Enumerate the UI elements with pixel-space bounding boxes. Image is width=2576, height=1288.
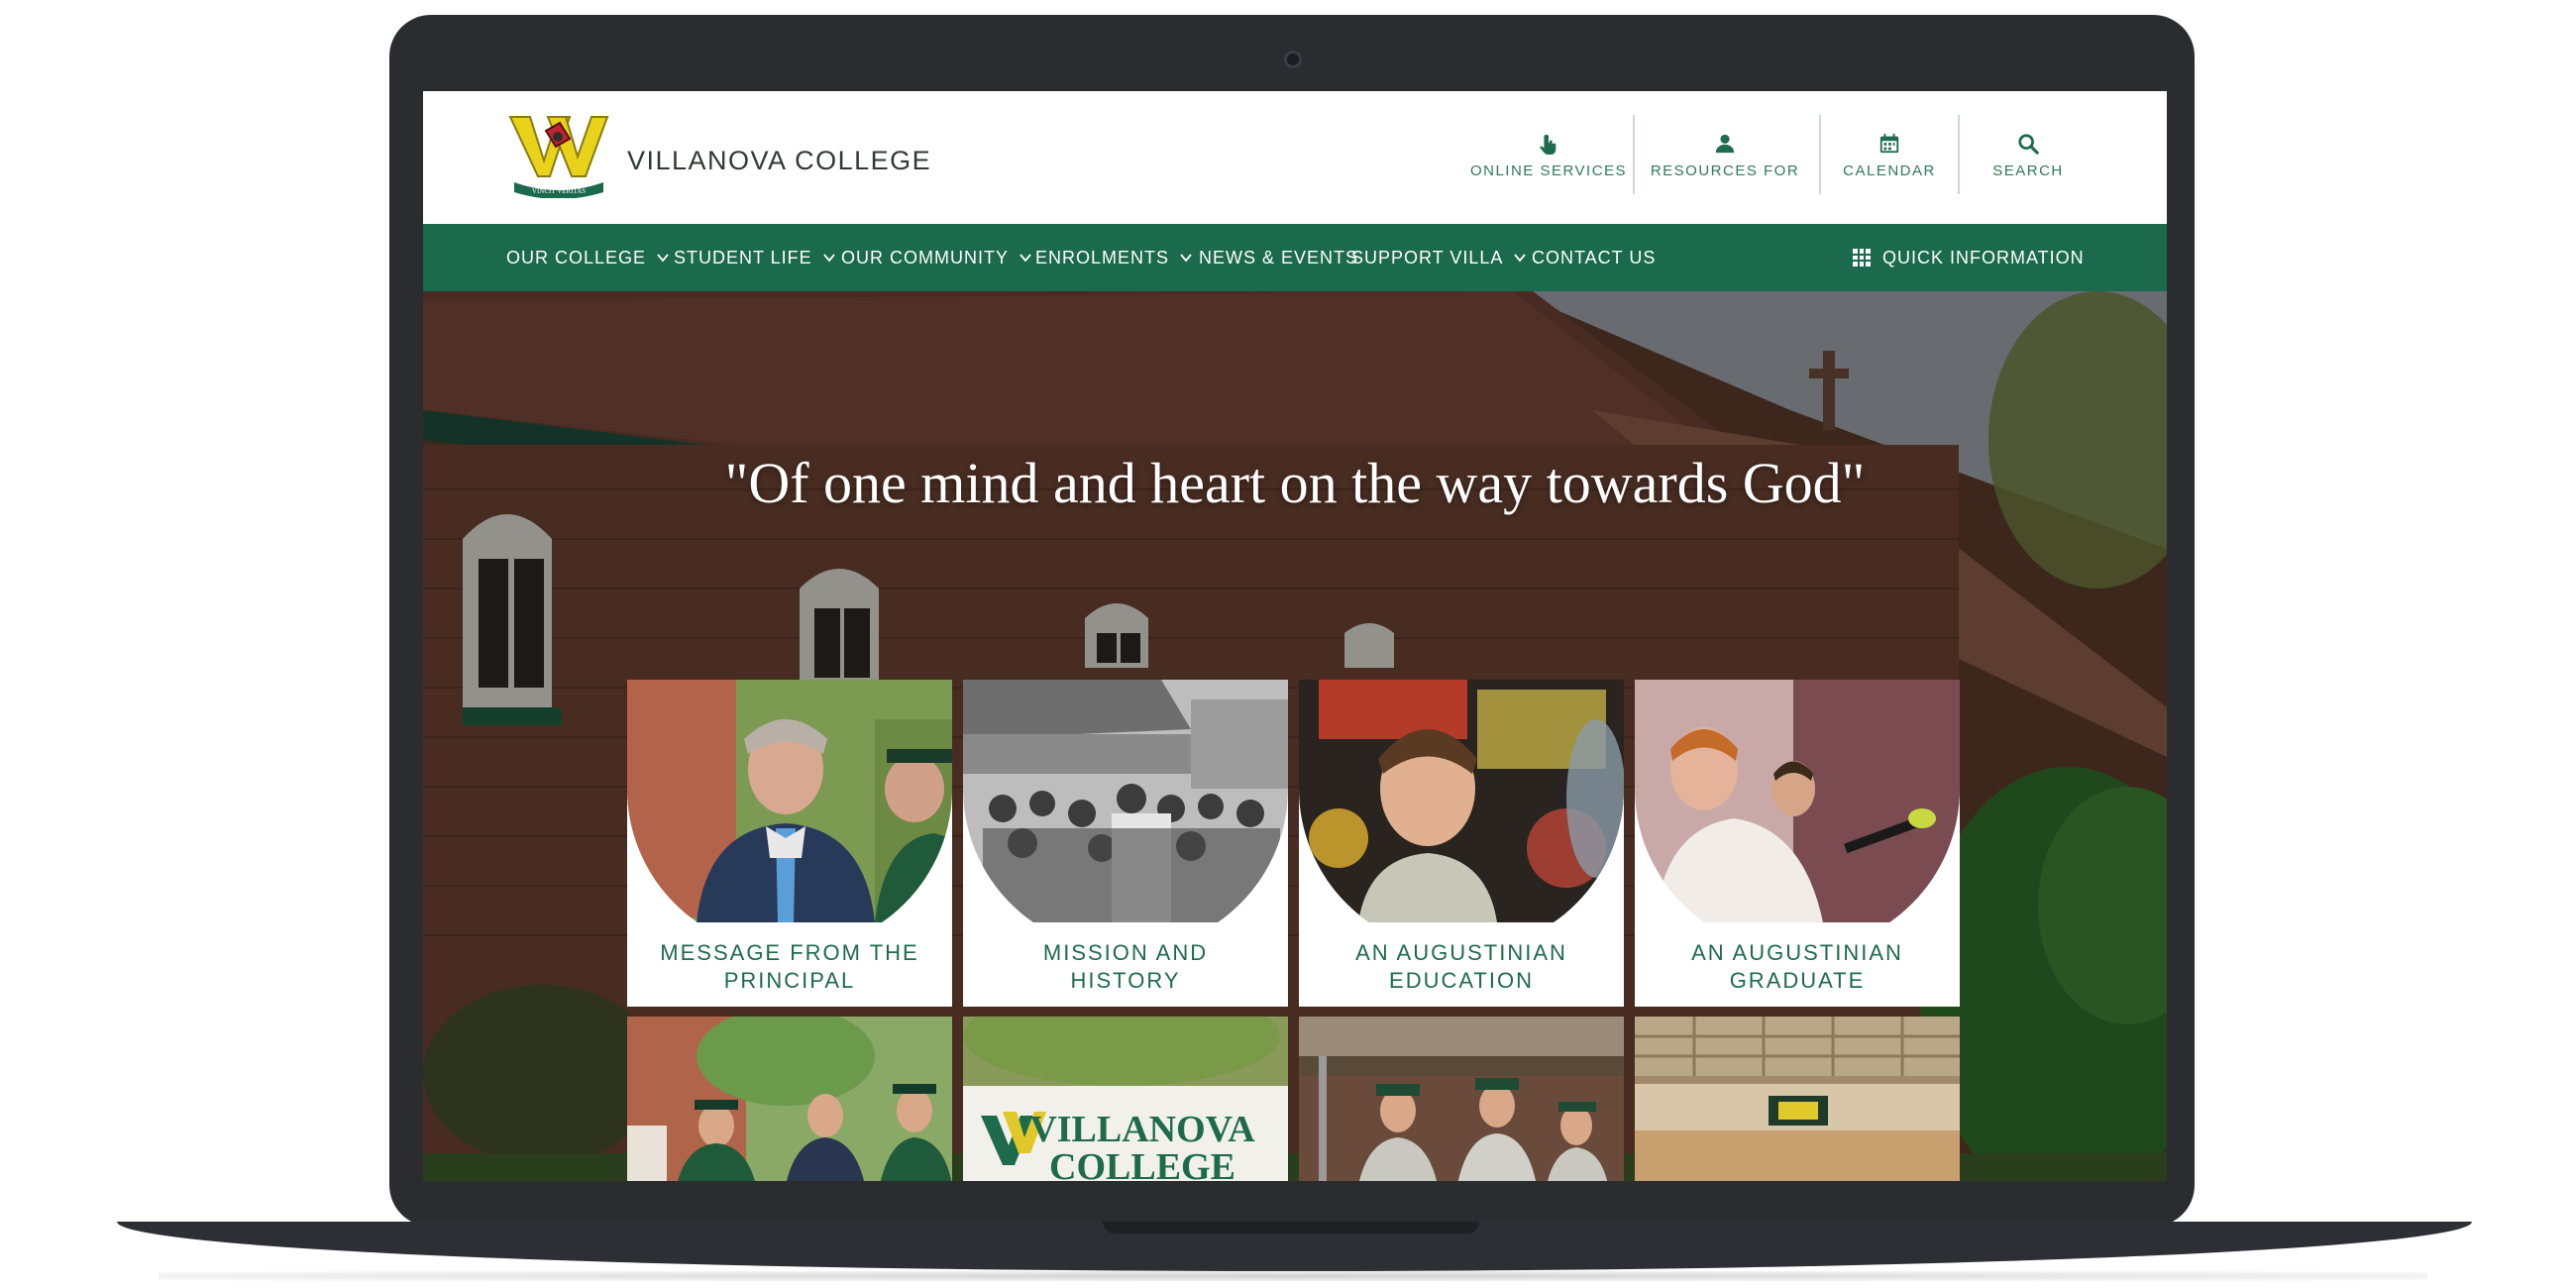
nav-news-events[interactable]: NEWS & EVENTS [1199,224,1358,291]
quick-information-button[interactable]: QUICK INFORMATION [1853,224,2085,291]
resources-for-label: RESOURCES FOR [1650,161,1800,179]
calendar-label: CALENDAR [1843,161,1936,179]
card-title: AN AUGUSTINIAN EDUCATION [1355,940,1567,993]
card-gymnasium[interactable] [1635,1017,1960,1181]
nav-label: CONTACT US [1532,247,1657,268]
laptop-notch [1103,1222,1479,1234]
card-students-group[interactable] [1299,1017,1624,1181]
online-services-link[interactable]: ONLINE SERVICES [1469,111,1628,200]
historic-crowd-image [963,680,1288,922]
card-title: MESSAGE FROM THE PRINCIPAL [660,940,919,993]
graduate-musicians-image [1635,680,1960,922]
college-logo[interactable]: VINCIT VERITAS [508,113,609,199]
principal-photo [627,680,952,922]
history-photo [963,680,1288,922]
nav-label: NEWS & EVENTS [1199,247,1359,268]
graduate-photo [1635,680,1960,922]
sign-line-1: VILLANOVA [1029,1109,1255,1150]
site-header: VINCIT VERITAS VILLANOVA COLLEGE ONLINE … [423,91,2167,224]
motto-text: VINCIT VERITAS [532,187,586,195]
gymnasium-image [1635,1017,1960,1181]
student-photo [1299,680,1624,922]
calendar-link[interactable]: CALENDAR [1828,111,1951,200]
chevron-down-icon [1514,254,1527,263]
nav-enrolments[interactable]: ENROLMENTS [1035,224,1193,291]
laptop-shadow [159,1271,2427,1281]
nav-support-villa[interactable]: SUPPORT VILLA [1351,224,1527,291]
hand-pointer-icon [1540,134,1556,155]
smiling-student-image [1299,680,1624,922]
search-label: SEARCH [1992,161,2064,179]
main-navigation: OUR COLLEGE STUDENT LIFE OUR COMMUNITY E… [423,224,2167,291]
card-students-outdoors[interactable] [627,1017,952,1181]
nav-label: SUPPORT VILLA [1351,247,1504,268]
divider [1633,115,1635,194]
students-group-image [1299,1017,1624,1181]
resources-for-link[interactable]: RESOURCES FOR [1646,111,1804,200]
nav-student-life[interactable]: STUDENT LIFE [674,224,836,291]
hero-quote: "Of one mind and heart on the way toward… [724,451,1866,515]
nav-label: ENROLMENTS [1035,247,1170,268]
chevron-down-icon [1020,254,1031,263]
card-college-sign[interactable]: VILLANOVA COLLEGE [963,1017,1288,1181]
nav-label: OUR COMMUNITY [841,247,1009,268]
search-link[interactable]: SEARCH [1967,111,2090,200]
nav-our-college[interactable]: OUR COLLEGE [506,224,670,291]
card-title: MISSION AND HISTORY [1042,940,1209,993]
nav-our-community[interactable]: OUR COMMUNITY [841,224,1032,291]
website-screen: VINCIT VERITAS VILLANOVA COLLEGE ONLINE … [423,91,2167,1181]
divider [1958,115,1960,194]
card-mission-and-history[interactable]: MISSION AND HISTORY [963,680,1288,1007]
online-services-label: ONLINE SERVICES [1469,161,1628,179]
chevron-down-icon [822,254,835,263]
search-icon [2018,133,2039,155]
chevron-down-icon [657,254,669,263]
divider [1819,115,1821,194]
nav-label: OUR COLLEGE [506,247,647,268]
card-message-from-principal[interactable]: MESSAGE FROM THE PRINCIPAL [627,680,952,1007]
card-augustinian-graduate[interactable]: AN AUGUSTINIAN GRADUATE [1635,680,1960,1007]
chevron-down-icon [1180,254,1192,263]
students-outdoors-image [627,1017,952,1181]
principal-image [627,680,952,922]
card-title: AN AUGUSTINIAN GRADUATE [1691,940,1903,993]
quick-information-label: QUICK INFORMATION [1882,247,2085,268]
webcam-icon [1284,51,1302,68]
nav-contact-us[interactable]: CONTACT US [1532,224,1656,291]
grid-icon [1853,249,1871,267]
sign-line-2: COLLEGE [1049,1146,1235,1181]
card-augustinian-education[interactable]: AN AUGUSTINIAN EDUCATION [1299,680,1624,1007]
calendar-icon [1879,133,1899,153]
site-title[interactable]: VILLANOVA COLLEGE [627,146,931,176]
hero-banner: "Of one mind and heart on the way toward… [423,291,2167,1181]
nav-label: STUDENT LIFE [674,247,812,268]
person-icon [1715,134,1735,153]
